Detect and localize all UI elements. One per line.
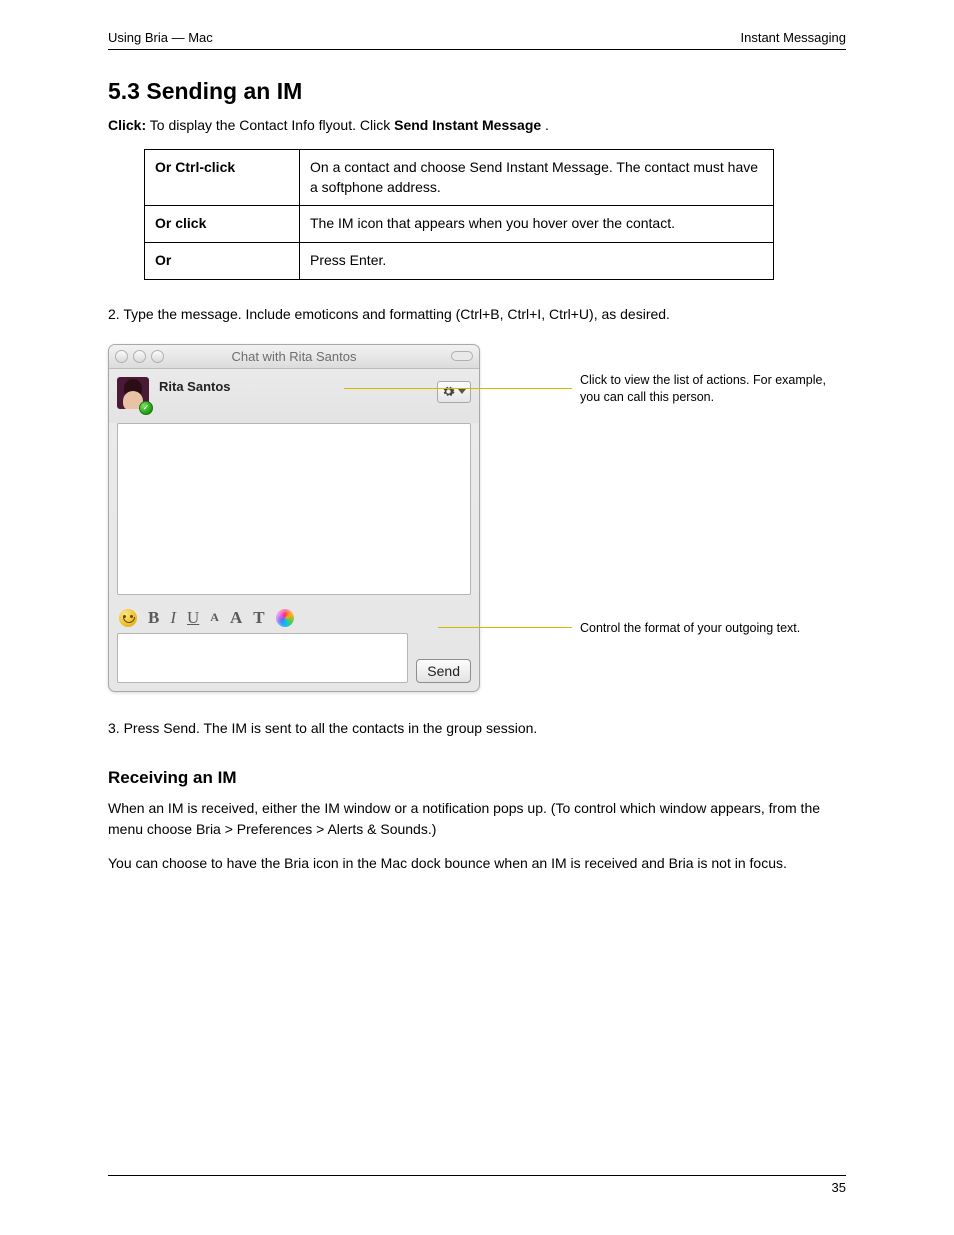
step2-text: Type the message. Include emoticons and … [123,306,670,322]
recv-body-b: You can choose to have the Bria icon in … [108,853,846,873]
step3-num: 3. [108,720,120,736]
window-close-button[interactable] [115,350,128,363]
italic-button[interactable]: I [170,608,176,628]
contact-name: Rita Santos [159,377,231,394]
row2-right: The IM icon that appears when you hover … [300,206,774,243]
step-3: 3. Press Send. The IM is sent to all the… [108,718,846,738]
click-desc-b: Send Instant Message [394,117,541,133]
row2-left: Or click [145,206,300,243]
section-title: 5.3 Sending an IM [108,78,846,105]
table-row: Or Ctrl-click On a contact and choose Se… [145,150,774,206]
page-number: 35 [832,1180,846,1195]
header-rule [108,49,846,50]
intro-line: Click: To display the Contact Info flyou… [108,115,846,135]
table-row: Or click The IM icon that appears when y… [145,206,774,243]
callout-label-1: Click to view the list of actions. For e… [580,372,830,406]
format-toolbar: B I U A A T [109,605,479,633]
options-table: Or Ctrl-click On a contact and choose Se… [144,149,774,279]
click-desc-c: . [545,117,549,133]
avatar-wrap [117,377,151,411]
underline-button[interactable]: U [187,608,199,628]
callout-label-2: Control the format of your outgoing text… [580,620,830,637]
row1-left: Or Ctrl-click [145,150,300,206]
step2-num: 2. [108,306,120,322]
actions-menu-button[interactable] [437,381,471,403]
running-footer: 35 [108,1175,846,1195]
recv-body-a: When an IM is received, either the IM wi… [108,798,846,839]
chat-window: Chat with Rita Santos Rita Santos B I [108,344,480,692]
font-style-button[interactable]: T [253,608,264,628]
titlebar: Chat with Rita Santos [109,345,479,369]
row3-left: Or [145,243,300,280]
conversation-area[interactable] [117,423,471,595]
click-label: Click: [108,117,146,133]
callout-line-2 [438,627,572,628]
row1-right: On a contact and choose Send Instant Mes… [300,150,774,206]
dropdown-caret-icon [458,389,466,394]
font-larger-button[interactable]: A [230,608,242,628]
window-pill-button[interactable] [451,351,473,361]
header-right: Instant Messaging [740,30,846,45]
header-left: Using Bria — Mac [108,30,213,45]
emoji-button[interactable] [119,609,137,627]
send-button[interactable]: Send [416,659,471,683]
step-2: 2. Type the message. Include emoticons a… [108,304,846,324]
window-minimize-button[interactable] [133,350,146,363]
window-zoom-button[interactable] [151,350,164,363]
subhead-receiving: Receiving an IM [108,768,846,788]
font-smaller-button[interactable]: A [210,610,219,625]
callout-line-1 [344,388,572,389]
row3-right: Press Enter. [300,243,774,280]
table-row: Or Press Enter. [145,243,774,280]
bold-button[interactable]: B [148,608,159,628]
contact-bar: Rita Santos [109,369,479,423]
step3-text: Press Send. The IM is sent to all the co… [124,720,538,736]
window-title: Chat with Rita Santos [109,349,479,364]
presence-available-icon [139,401,153,415]
message-input[interactable] [117,633,408,683]
click-desc-a: To display the Contact Info flyout. Clic… [150,117,394,133]
color-picker-button[interactable] [276,609,294,627]
